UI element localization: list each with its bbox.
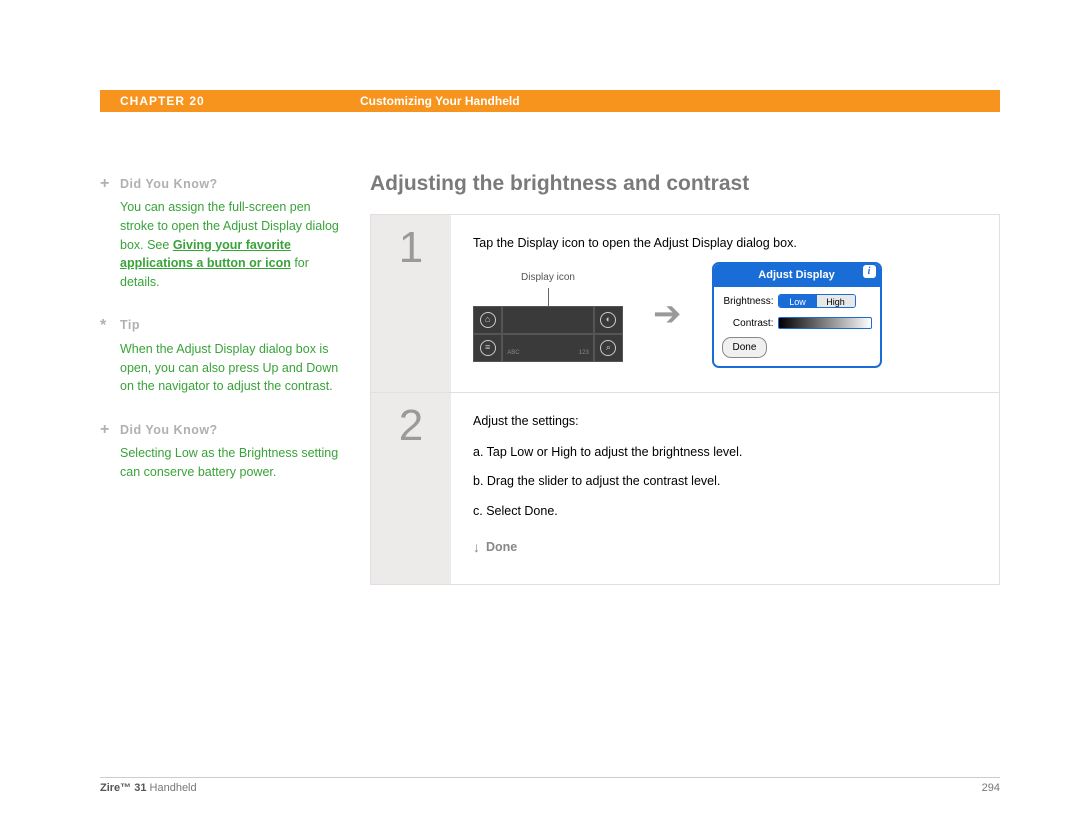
display-icon: ◐ (600, 312, 616, 328)
handheld-input-area: ⌂ ◐ ≡ ABC123 ⌕ (473, 306, 623, 362)
chapter-number: CHAPTER 20 (120, 94, 360, 108)
step-2b: b. Drag the slider to adjust the contras… (473, 471, 977, 492)
dialog-title: Adjust Display (758, 269, 834, 281)
done-label: Done (486, 537, 517, 558)
done-marker: ↓ Done (473, 536, 977, 560)
adjust-display-dialog: Adjust Display i Brightness: Low High (712, 262, 882, 368)
pointer-line (548, 288, 549, 306)
brightness-segment[interactable]: Low High (778, 294, 856, 308)
contrast-label: Contrast: (722, 315, 774, 332)
brightness-low[interactable]: Low (779, 295, 817, 307)
home-icon: ⌂ (480, 312, 496, 328)
plus-icon: + (100, 172, 114, 196)
dialog-done-button[interactable]: Done (722, 337, 768, 358)
step-1-text: Tap the Display icon to open the Adjust … (473, 233, 977, 254)
arrow-down-icon: ↓ (473, 536, 480, 560)
step-number: 1 (371, 215, 451, 392)
sidebar-head: Did You Know? (120, 421, 218, 440)
sidebar-text: Selecting Low as the Brightness setting … (120, 446, 338, 479)
did-you-know-1: + Did You Know? You can assign the full-… (100, 172, 340, 292)
step-1: 1 Tap the Display icon to open the Adjus… (371, 215, 999, 392)
chapter-header: CHAPTER 20 Customizing Your Handheld (100, 90, 1000, 112)
sidebar: + Did You Know? You can assign the full-… (100, 172, 370, 585)
main-content: Adjusting the brightness and contrast 1 … (370, 172, 1000, 585)
sidebar-text: When the Adjust Display dialog box is op… (120, 342, 338, 394)
sidebar-head: Tip (120, 316, 140, 335)
display-icon-label: Display icon (521, 269, 575, 286)
chapter-title: Customizing Your Handheld (360, 94, 520, 108)
plus-icon: + (100, 418, 114, 442)
tip-block: * Tip When the Adjust Display dialog box… (100, 314, 340, 396)
brightness-high[interactable]: High (817, 295, 855, 307)
graffiti-area (502, 306, 594, 334)
device-bar-figure: Display icon ⌂ ◐ ≡ (473, 269, 623, 362)
step-2a: a. Tap Low or High to adjust the brightn… (473, 442, 977, 463)
step-2: 2 Adjust the settings: a. Tap Low or Hig… (371, 392, 999, 584)
dialog-title-bar: Adjust Display i (714, 264, 880, 287)
product-name: Zire™ 31 Handheld (100, 782, 197, 794)
step-number: 2 (371, 393, 451, 584)
info-icon[interactable]: i (863, 265, 876, 278)
step-2-intro: Adjust the settings: (473, 411, 977, 432)
step-1-figure: Display icon ⌂ ◐ ≡ (473, 262, 977, 368)
page-footer: Zire™ 31 Handheld 294 (100, 777, 1000, 794)
contrast-slider[interactable] (778, 317, 872, 329)
asterisk-icon: * (100, 314, 114, 338)
page-number: 294 (982, 782, 1000, 794)
sidebar-head: Did You Know? (120, 175, 218, 194)
step-2c: c. Select Done. (473, 501, 977, 522)
arrow-right-icon: ➔ (653, 286, 682, 344)
did-you-know-2: + Did You Know? Selecting Low as the Bri… (100, 418, 340, 482)
menu-icon: ≡ (480, 340, 496, 356)
section-title: Adjusting the brightness and contrast (370, 172, 1000, 196)
find-icon: ⌕ (600, 340, 616, 356)
graffiti-labels: ABC123 (502, 334, 594, 362)
brightness-label: Brightness: (722, 293, 774, 310)
steps-container: 1 Tap the Display icon to open the Adjus… (370, 214, 1000, 585)
